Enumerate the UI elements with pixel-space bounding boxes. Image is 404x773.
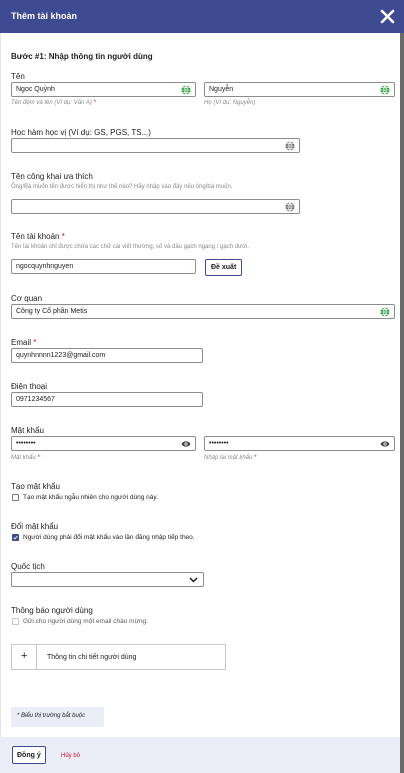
email-label-text: Email — [11, 338, 32, 347]
dialog-footer: Đồng ý Hủy bỏ — [0, 737, 400, 773]
given-name-value: Ngọc Quỳnh — [16, 86, 55, 93]
dialog-header: Thêm tài khoản — [0, 0, 404, 33]
required-mark: * — [93, 100, 96, 106]
user-details-expander[interactable]: + Thông tin chi tiết người dùng — [11, 644, 226, 670]
organization-label: Cơ quan — [11, 294, 43, 303]
password-hint-text: Mật khẩu — [11, 455, 36, 461]
nationality-label: Quốc tịch — [11, 562, 45, 571]
required-mark: * — [254, 455, 257, 461]
suggest-button[interactable]: Đề xuất — [205, 259, 243, 276]
nationality-select[interactable] — [11, 572, 204, 587]
eye-icon[interactable] — [380, 440, 390, 448]
given-name-input[interactable]: Ngọc Quỳnh — [11, 82, 196, 97]
academic-title-input[interactable] — [11, 138, 300, 153]
create-password-checkbox[interactable] — [12, 494, 19, 501]
username-value: ngocquynhnguyen — [16, 263, 74, 270]
password-input[interactable]: •••••••• — [11, 436, 196, 451]
step-title: Bước #1: Nhập thông tin người dùng — [11, 52, 153, 61]
cancel-link[interactable]: Hủy bỏ — [61, 753, 80, 759]
globe-icon[interactable] — [181, 85, 191, 95]
repeat-password-input[interactable]: •••••••• — [204, 436, 395, 451]
password-value: •••••••• — [16, 440, 36, 447]
notify-text: Gửi cho người dùng một email chào mừng. — [23, 618, 148, 625]
user-details-label: Thông tin chi tiết người dùng — [47, 654, 137, 661]
password-hint: Mật khẩu * — [11, 455, 40, 461]
ok-button[interactable]: Đồng ý — [12, 746, 46, 764]
organization-input[interactable]: Công ty Cổ phần Metis — [11, 304, 395, 319]
family-name-value: Nguyễn — [209, 86, 234, 93]
create-password-label: Tạo mật khẩu — [11, 482, 60, 491]
expand-button[interactable]: + — [12, 645, 37, 669]
username-label: Tên tài khoản * — [11, 232, 65, 241]
globe-icon[interactable] — [285, 202, 295, 212]
required-fields-note: * Biểu thị trường bắt buộc — [11, 707, 104, 727]
family-name-hint: Họ (Ví dụ: Nguyễn) — [204, 100, 256, 106]
given-name-hint: Tên đệm và tên (Ví dụ: Văn A) * — [11, 100, 96, 106]
family-name-input[interactable]: Nguyễn — [204, 82, 395, 97]
phone-value: 0971234567 — [16, 396, 55, 403]
plus-icon: + — [21, 650, 28, 662]
globe-icon[interactable] — [380, 307, 390, 317]
change-password-label: Đổi mật khẩu — [11, 522, 59, 531]
check-icon — [13, 535, 18, 540]
scrollbar-track[interactable] — [400, 33, 404, 773]
repeat-password-hint: Nhập lại mật khẩu * — [204, 455, 256, 461]
chevron-down-icon — [189, 577, 198, 583]
phone-input[interactable]: 0971234567 — [11, 392, 203, 407]
required-mark: * — [33, 338, 37, 347]
public-name-label: Tên công khai ưa thích — [11, 172, 93, 181]
username-desc: Tên tài khoản chỉ được chứa các chữ cái … — [11, 244, 250, 250]
eye-icon[interactable] — [181, 440, 191, 448]
notify-label: Thông báo người dùng — [11, 606, 93, 615]
email-input[interactable]: quynhnnnn1223@gmail.com — [11, 348, 203, 363]
email-value: quynhnnnn1223@gmail.com — [16, 352, 106, 359]
phone-label: Điện thoại — [11, 382, 48, 391]
public-name-input[interactable] — [11, 199, 300, 214]
public-name-desc: Ông/Bà muốn tên được hiển thị như thế nà… — [11, 184, 233, 190]
repeat-password-hint-text: Nhập lại mật khẩu — [204, 455, 253, 461]
required-mark: * — [61, 232, 65, 241]
globe-icon[interactable] — [380, 85, 390, 95]
organization-value: Công ty Cổ phần Metis — [16, 308, 88, 315]
username-label-text: Tên tài khoản — [11, 232, 60, 241]
password-label: Mật khẩu — [11, 426, 44, 435]
change-password-checkbox[interactable] — [12, 534, 19, 541]
dialog-title: Thêm tài khoản — [11, 11, 78, 21]
email-label: Email * — [11, 338, 36, 347]
username-input[interactable]: ngocquynhnguyen — [11, 259, 196, 274]
given-name-hint-text: Tên đệm và tên (Ví dụ: Văn A) — [11, 100, 92, 106]
globe-icon[interactable] — [285, 141, 295, 151]
repeat-password-value: •••••••• — [209, 440, 229, 447]
create-password-text: Tạo mật khẩu ngẫu nhiên cho người dùng n… — [23, 494, 158, 501]
change-password-text: Người dùng phải đổi mật khẩu vào lần đăn… — [23, 534, 195, 541]
left-border — [0, 33, 1, 773]
notify-checkbox[interactable] — [12, 618, 19, 625]
name-label: Tên — [11, 72, 25, 81]
academic-title-label: Học hàm học vị (Ví dụ: GS, PGS, TS...) — [11, 128, 151, 137]
required-mark: * — [37, 455, 40, 461]
close-icon[interactable] — [380, 9, 395, 24]
